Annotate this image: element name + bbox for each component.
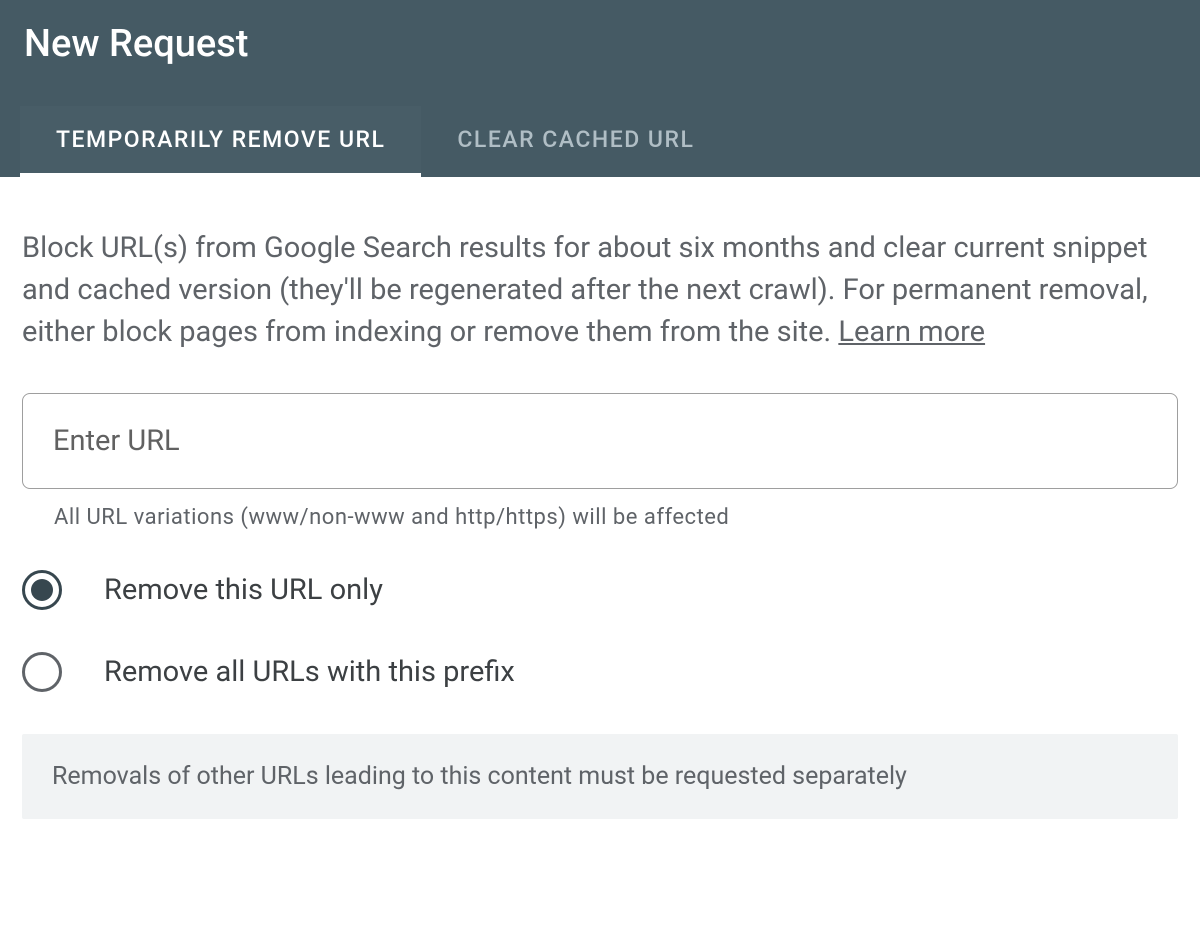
radio-group: Remove this URL only Remove all URLs wit… bbox=[22, 570, 1178, 692]
radio-icon bbox=[22, 652, 62, 692]
dialog-content: Block URL(s) from Google Search results … bbox=[0, 177, 1200, 819]
description-text: Block URL(s) from Google Search results … bbox=[22, 227, 1178, 353]
learn-more-link[interactable]: Learn more bbox=[838, 315, 985, 349]
radio-label: Remove this URL only bbox=[104, 573, 383, 607]
dialog-header: New Request TEMPORARILY REMOVE URL CLEAR… bbox=[0, 0, 1200, 177]
url-helper-text: All URL variations (www/non-www and http… bbox=[54, 505, 1178, 530]
radio-icon bbox=[22, 570, 62, 610]
url-input[interactable] bbox=[22, 393, 1178, 489]
dialog-title: New Request bbox=[0, 0, 1200, 106]
tabs-row: TEMPORARILY REMOVE URL CLEAR CACHED URL bbox=[0, 106, 1200, 177]
radio-option-remove-prefix[interactable]: Remove all URLs with this prefix bbox=[22, 652, 1178, 692]
info-box: Removals of other URLs leading to this c… bbox=[22, 734, 1178, 819]
tab-temporarily-remove-url[interactable]: TEMPORARILY REMOVE URL bbox=[20, 106, 421, 177]
tab-clear-cached-url[interactable]: CLEAR CACHED URL bbox=[421, 106, 730, 177]
radio-option-remove-this-url[interactable]: Remove this URL only bbox=[22, 570, 1178, 610]
radio-label: Remove all URLs with this prefix bbox=[104, 655, 515, 689]
